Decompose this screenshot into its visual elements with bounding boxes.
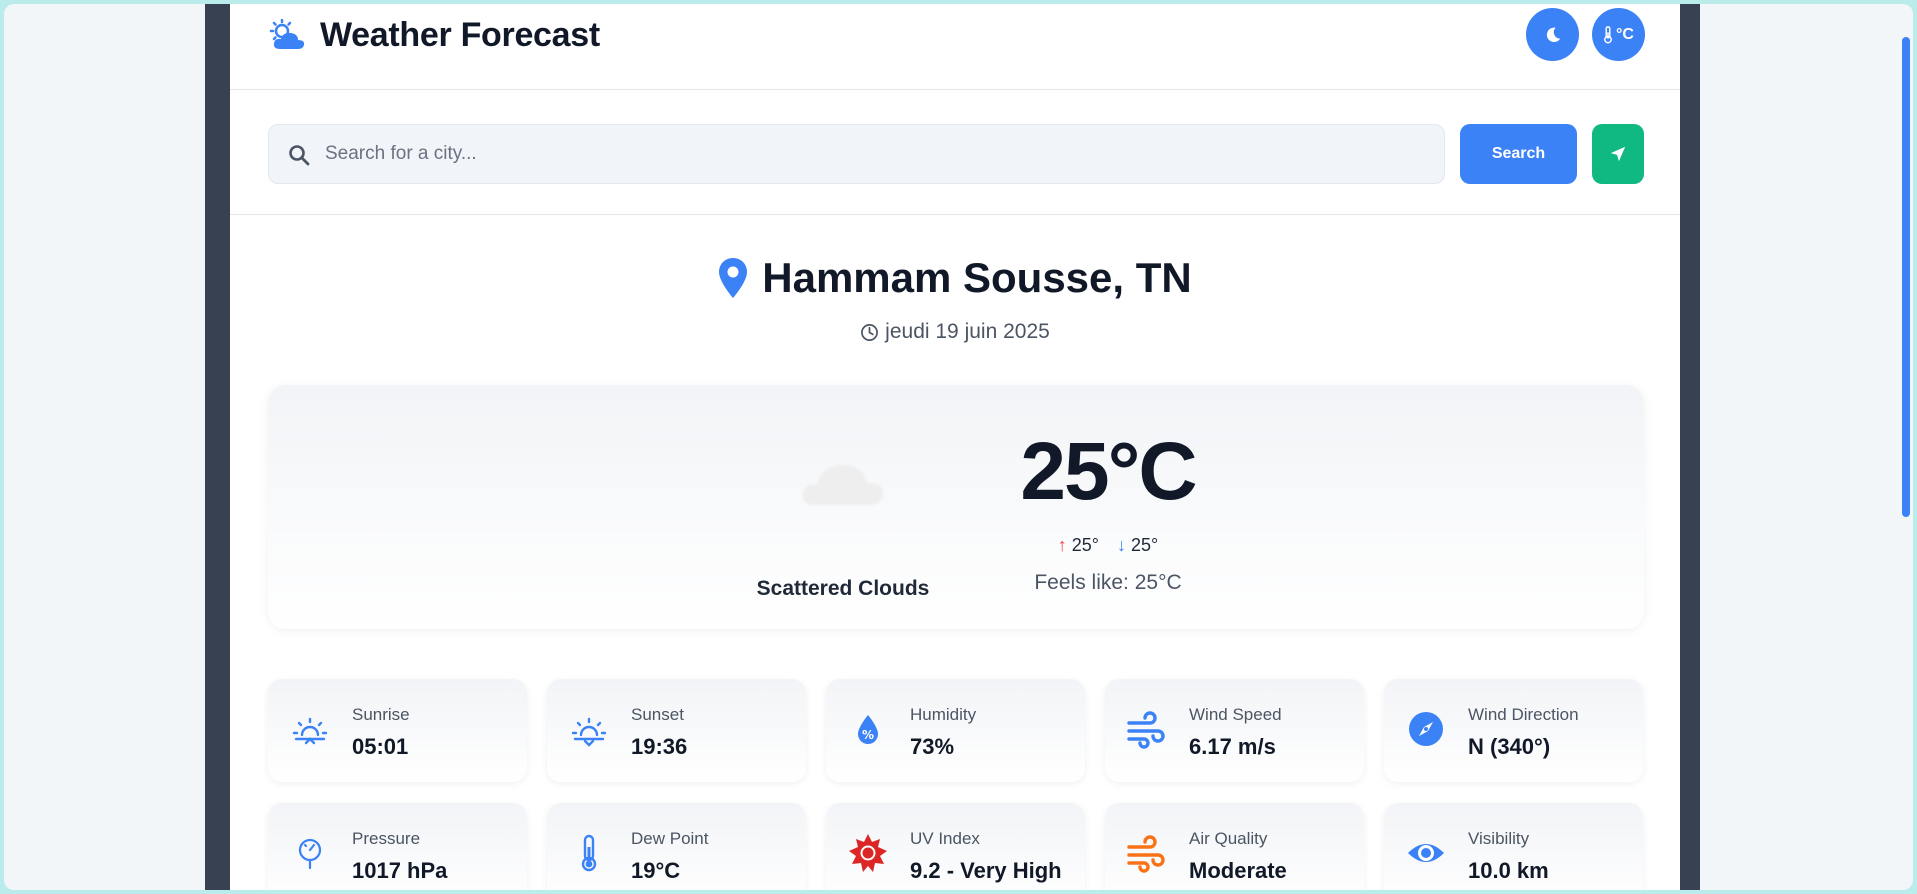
- gauge-icon: [298, 838, 322, 870]
- humidity-drop-icon: %: [858, 715, 878, 744]
- search-button[interactable]: Search: [1460, 124, 1577, 184]
- detail-card-visibility: Visibility 10.0 km: [1384, 803, 1643, 890]
- detail-label: Wind Speed: [1189, 705, 1282, 724]
- page-scrollbar[interactable]: [1899, 4, 1913, 890]
- wind-air-icon: [1127, 835, 1165, 873]
- detail-card-humidity: % Humidity 73%: [826, 679, 1085, 782]
- detail-value: 19:36: [631, 734, 688, 759]
- sunrise-icon: [292, 717, 328, 745]
- weather-app: Weather Forecast °C Search for a city...…: [230, 4, 1680, 890]
- detail-label: Air Quality: [1189, 829, 1268, 848]
- detail-value: 05:01: [352, 734, 409, 759]
- theme-toggle-button[interactable]: [1526, 8, 1579, 61]
- detail-value: 73%: [910, 734, 955, 759]
- search-icon: [289, 145, 310, 166]
- weather-condition: Scattered Clouds: [756, 577, 930, 600]
- cloud-sun-icon: [269, 19, 305, 49]
- detail-card-uv-index: UV Index 9.2 - Very High: [826, 803, 1085, 890]
- low-temp: ↓ 25°: [1117, 535, 1158, 556]
- detail-card-sunrise: Sunrise 05:01: [268, 679, 527, 782]
- map-pin-icon: [719, 258, 748, 298]
- app-title: Weather Forecast: [320, 16, 600, 54]
- detail-value: 1017 hPa: [352, 858, 448, 883]
- browser-viewport: Weather Forecast °C Search for a city...…: [4, 4, 1913, 890]
- detail-value: Moderate: [1189, 858, 1287, 883]
- detail-value: 10.0 km: [1468, 858, 1549, 883]
- high-low-temps: ↑ 25° ↓ 25°: [998, 535, 1218, 556]
- detail-card-wind-direction: Wind Direction N (340°): [1384, 679, 1643, 782]
- detail-value: 9.2 - Very High: [910, 858, 1062, 883]
- low-temp-value: 25°: [1131, 535, 1159, 555]
- current-date: jeudi 19 juin 2025: [885, 320, 1050, 343]
- search-row: Search: [230, 90, 1680, 215]
- detail-label: Dew Point: [631, 829, 709, 848]
- feels-like: Feels like: 25°C: [1034, 571, 1182, 594]
- detail-label: Wind Direction: [1468, 705, 1579, 724]
- city-name: Hammam Sousse, TN: [762, 254, 1192, 301]
- detail-card-pressure: Pressure 1017 hPa: [268, 803, 527, 890]
- sunset-icon: [571, 717, 607, 747]
- moon-icon: [1546, 27, 1560, 42]
- arrow-down-icon: ↓: [1117, 535, 1126, 555]
- svg-text:%: %: [862, 728, 874, 742]
- detail-card-wind-speed: Wind Speed 6.17 m/s: [1105, 679, 1364, 782]
- high-temp-value: 25°: [1071, 535, 1099, 555]
- sun-uv-icon: [849, 834, 887, 872]
- compass-icon: [1409, 712, 1443, 746]
- detail-value: 19°C: [631, 858, 681, 883]
- detail-card-sunset: Sunset 19:36: [547, 679, 806, 782]
- current-temperature: 25°C: [1020, 426, 1197, 517]
- detail-label: Humidity: [910, 705, 977, 724]
- detail-card-air-quality: Air Quality Moderate: [1105, 803, 1364, 890]
- detail-value: 6.17 m/s: [1189, 734, 1276, 759]
- detail-label: Pressure: [352, 829, 421, 848]
- detail-label: Sunrise: [352, 705, 410, 724]
- thermometer-icon: [581, 834, 597, 872]
- app-header: Weather Forecast °C: [230, 4, 1680, 90]
- location-arrow-icon: [1610, 146, 1626, 162]
- wind-icon: [1127, 711, 1165, 749]
- location-header: Hammam Sousse, TN: [230, 254, 1680, 304]
- scrollbar-thumb[interactable]: [1902, 37, 1910, 517]
- eye-icon: [1408, 844, 1444, 862]
- detail-value: N (340°): [1468, 734, 1551, 759]
- city-search-input[interactable]: [325, 125, 1425, 183]
- search-box: [268, 124, 1445, 184]
- high-temp: ↑ 25°: [1058, 535, 1099, 556]
- unit-toggle-button[interactable]: °C: [1592, 8, 1645, 61]
- arrow-up-icon: ↑: [1057, 535, 1067, 555]
- detail-card-dew-point: Dew Point 19°C: [547, 803, 806, 890]
- scattered-clouds-icon: [802, 465, 884, 505]
- current-location-button[interactable]: [1592, 124, 1644, 184]
- current-weather-card: Scattered Clouds 25°C ↑ 25° ↓ 25° Feels …: [268, 385, 1644, 629]
- unit-label: °C: [1616, 25, 1634, 43]
- detail-label: Sunset: [631, 705, 684, 724]
- detail-label: Visibility: [1468, 829, 1530, 848]
- thermometer-icon: [1604, 25, 1612, 43]
- clock-icon: [861, 323, 879, 341]
- date-line: jeudi 19 juin 2025: [230, 320, 1680, 344]
- detail-label: UV Index: [910, 829, 980, 848]
